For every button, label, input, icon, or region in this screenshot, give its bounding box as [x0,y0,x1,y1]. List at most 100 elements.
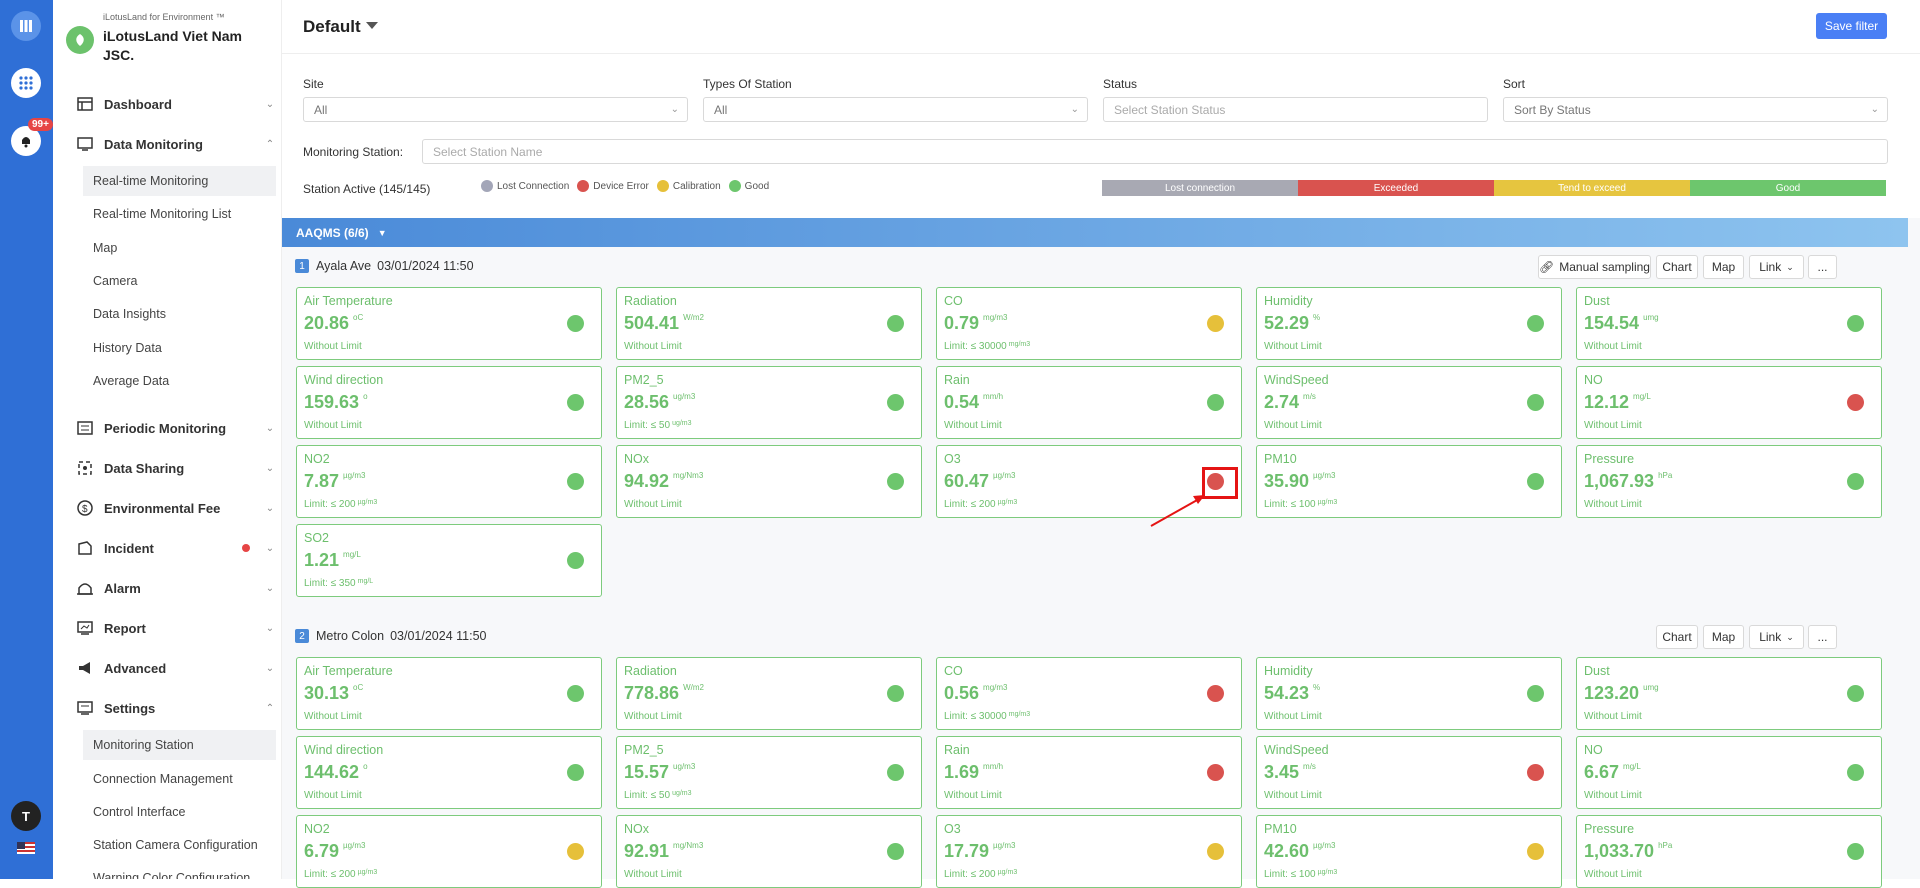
menu-average-data[interactable]: Average Data [83,366,276,396]
metric-value: 0.54 mm/h [944,392,1004,412]
menu-dashboard[interactable]: Dashboard ⌄ [53,84,281,124]
metric-name: CO [944,664,963,678]
station-name[interactable]: Ayala Ave [316,259,371,273]
menu-realtime-monitoring[interactable]: Real-time Monitoring [83,166,276,196]
menu-report[interactable]: Report ⌄ [53,608,281,648]
metric-card[interactable]: NOx 94.92 mg/Nm3 Without Limit [616,445,922,518]
filter-title[interactable]: Default [303,17,361,37]
map-button[interactable]: Map [1703,625,1744,649]
metric-value: 154.54 umg [1584,313,1659,333]
metric-card[interactable]: WindSpeed 2.74 m/s Without Limit [1256,366,1562,439]
metric-card[interactable]: Air Temperature 30.13 oC Without Limit [296,657,602,730]
map-button[interactable]: Map [1703,255,1744,279]
metric-card[interactable]: PM10 35.90 µg/m3 Limit: ≤ 100 µg/m3 [1256,445,1562,518]
metric-card[interactable]: NOx 92.91 mg/Nm3 Without Limit [616,815,922,888]
metric-card[interactable]: NO 12.12 mg/L Without Limit [1576,366,1882,439]
svg-text:$: $ [82,504,88,515]
metric-card[interactable]: PM2_5 28.56 ug/m3 Limit: ≤ 50 ug/m3 [616,366,922,439]
metric-limit: Without Limit [624,869,682,880]
metric-card[interactable]: Wind direction 159.63 o Without Limit [296,366,602,439]
link-dropdown-button[interactable]: Link ⌄ [1749,255,1804,279]
metric-unit: mg/m3 [983,683,1008,692]
menu-connection-management[interactable]: Connection Management [83,764,276,794]
status-dot [1527,473,1544,490]
metric-name: WindSpeed [1264,743,1329,757]
status-select[interactable]: Select Station Status [1103,97,1488,122]
metric-card[interactable]: PM10 42.60 µg/m3 Limit: ≤ 100 µg/m3 [1256,815,1562,888]
language-flag-icon[interactable] [17,842,35,854]
metric-card[interactable]: Radiation 504.41 W/m2 Without Limit [616,287,922,360]
station-header: 2 Metro Colon 03/01/2024 11:50 [295,624,486,648]
menu-incident[interactable]: Incident ⌄ [53,528,281,568]
brand-logo-icon [66,26,94,54]
types-select[interactable]: All ⌄ [703,97,1088,122]
menu-warning-color-configuration[interactable]: Warning Color Configuration [83,863,276,879]
metric-value: 54.23% [1264,683,1321,703]
sort-select[interactable]: Sort By Status ⌄ [1503,97,1888,122]
legend-label: Calibration [672,180,721,192]
metric-card[interactable]: Radiation 778.86 W/m2 Without Limit [616,657,922,730]
menu-control-interface[interactable]: Control Interface [83,797,276,827]
metric-card[interactable]: CO 0.56 mg/m3 Limit: ≤ 30000 mg/m3 [936,657,1242,730]
station-name[interactable]: Metro Colon [316,629,384,643]
limit-unit: µg/m3 [997,499,1018,506]
menu-data-monitoring[interactable]: Data Monitoring ⌃ [53,124,281,164]
site-select[interactable]: All ⌄ [303,97,688,122]
menu-station-camera-configuration[interactable]: Station Camera Configuration [83,830,276,860]
menu-history-data[interactable]: History Data [83,333,276,363]
metric-name: Dust [1584,294,1610,308]
menu-advanced[interactable]: Advanced ⌄ [53,648,281,688]
link-dropdown-button[interactable]: Link ⌄ [1749,625,1804,649]
status-dot [1847,764,1864,781]
metric-card[interactable]: Humidity 54.23% Without Limit [1256,657,1562,730]
metric-card[interactable]: NO 6.67 mg/L Without Limit [1576,736,1882,809]
more-options-button[interactable]: ... [1808,625,1837,649]
metric-limit: Without Limit [624,499,682,510]
menu-realtime-monitoring-list[interactable]: Real-time Monitoring List [83,199,276,229]
more-options-button[interactable]: ... [1808,255,1837,279]
menu-label: Periodic Monitoring [104,420,227,436]
metric-card[interactable]: Dust 154.54 umg Without Limit [1576,287,1882,360]
metric-limit: Without Limit [304,790,362,801]
metric-card[interactable]: SO2 1.21 mg/L Limit: ≤ 350 mg/L [296,524,602,597]
save-filter-button[interactable]: Save filter [1816,13,1887,39]
metric-card[interactable]: CO 0.79 mg/m3 Limit: ≤ 30000 mg/m3 [936,287,1242,360]
metric-name: Wind direction [304,373,384,387]
app-logo-icon[interactable] [11,11,41,41]
metric-card[interactable]: Humidity 52.29% Without Limit [1256,287,1562,360]
chart-button[interactable]: Chart [1656,625,1698,649]
menu-camera[interactable]: Camera [83,266,276,296]
legend-dot [728,180,741,192]
metric-card[interactable]: Dust 123.20 umg Without Limit [1576,657,1882,730]
metric-card[interactable]: PM2_5 15.57 ug/m3 Limit: ≤ 50 ug/m3 [616,736,922,809]
metric-card[interactable]: Wind direction 144.62 o Without Limit [296,736,602,809]
menu-alarm[interactable]: Alarm ⌄ [53,568,281,608]
metric-card[interactable]: NO2 7.87 µg/m3 Limit: ≤ 200 µg/m3 [296,445,602,518]
metric-limit: Without Limit [1584,341,1642,352]
user-avatar[interactable]: T [11,801,41,831]
metric-card[interactable]: NO2 6.79 µg/m3 Limit: ≤ 200 µg/m3 [296,815,602,888]
metric-card[interactable]: WindSpeed 3.45 m/s Without Limit [1256,736,1562,809]
menu-settings[interactable]: Settings ⌃ [53,688,281,728]
station-group-header[interactable]: AAQMS (6/6) ▼ [282,218,1908,247]
menu-environmental-fee[interactable]: $ Environmental Fee ⌄ [53,488,281,528]
monitor-icon [76,135,94,153]
metric-card[interactable]: Pressure 1,067.93 hPa Without Limit [1576,445,1882,518]
caret-down-icon[interactable] [366,22,378,29]
metric-card[interactable]: Rain 0.54 mm/h Without Limit [936,366,1242,439]
metric-value: 123.20 umg [1584,683,1659,703]
menu-monitoring-station[interactable]: Monitoring Station [83,730,276,760]
menu-data-insights[interactable]: Data Insights [83,299,276,329]
manual-sampling-button[interactable]: 🔗︎ Manual sampling [1538,255,1651,279]
metric-card[interactable]: Rain 1.69 mm/h Without Limit [936,736,1242,809]
station-name-select[interactable]: Select Station Name [422,139,1888,164]
menu-periodic-monitoring[interactable]: Periodic Monitoring ⌄ [53,408,281,448]
metric-card[interactable]: Pressure 1,033.70 hPa Without Limit [1576,815,1882,888]
metric-card[interactable]: O3 17.79 µg/m3 Limit: ≤ 200 µg/m3 [936,815,1242,888]
metric-unit: umg [1643,313,1659,322]
menu-data-sharing[interactable]: Data Sharing ⌄ [53,448,281,488]
apps-grid-icon[interactable] [11,68,41,98]
chart-button[interactable]: Chart [1656,255,1698,279]
metric-card[interactable]: Air Temperature 20.86 oC Without Limit [296,287,602,360]
menu-map[interactable]: Map [83,233,276,263]
